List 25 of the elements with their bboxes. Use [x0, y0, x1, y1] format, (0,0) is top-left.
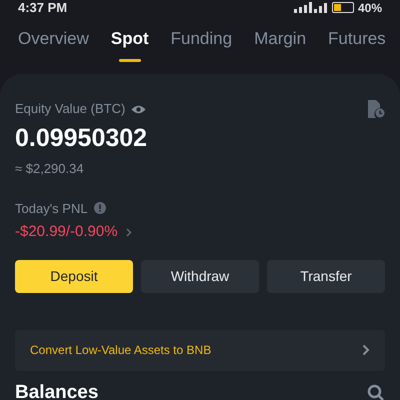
tab[interactable]: Futures: [328, 27, 386, 62]
battery-percent: 40%: [358, 2, 382, 14]
pnl-value: -$20.99/-0.90%: [15, 222, 118, 242]
action-button[interactable]: Withdraw: [141, 260, 259, 292]
tab[interactable]: Funding: [170, 27, 232, 62]
tab[interactable]: Overview: [18, 27, 89, 62]
convert-banner[interactable]: Convert Low-Value Assets to BNB: [15, 330, 385, 370]
chevron-right-icon: [362, 344, 370, 356]
action-button[interactable]: Transfer: [267, 260, 385, 292]
pnl-label: Today's PNL: [15, 200, 88, 218]
signal-icon: [294, 2, 328, 13]
battery-icon: [332, 2, 354, 13]
balances-title: Balances: [15, 380, 98, 400]
tab[interactable]: Spot: [110, 27, 149, 62]
equity-approx: ≈ $2,290.34: [15, 160, 85, 178]
status-time: 4:37 PM: [18, 1, 68, 14]
info-icon[interactable]: [94, 202, 106, 214]
action-button[interactable]: Deposit: [15, 260, 133, 292]
search-icon[interactable]: [367, 384, 385, 400]
eye-icon[interactable]: [131, 104, 146, 114]
history-icon[interactable]: [367, 99, 385, 119]
chevron-right-icon[interactable]: [126, 228, 132, 237]
equity-label: Equity Value (BTC): [15, 100, 126, 118]
tab[interactable]: Margin: [254, 27, 306, 62]
equity-value: 0.09950302: [15, 123, 148, 153]
